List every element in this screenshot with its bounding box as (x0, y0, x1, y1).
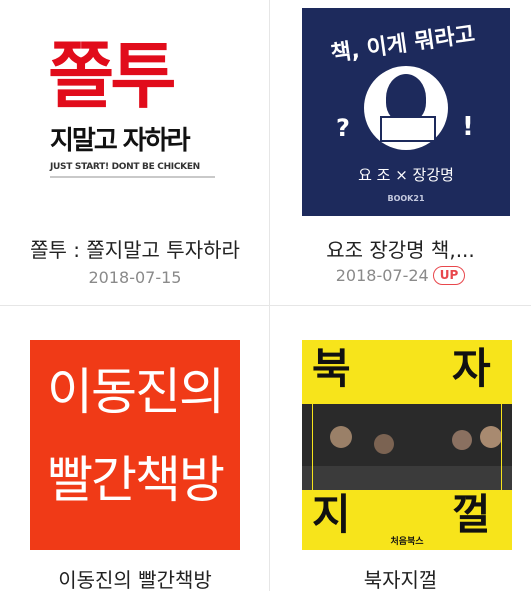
podcast-cover-bukjajigeol[interactable]: 북 자 지 껄 처음북스 (302, 340, 512, 550)
yellow-frame (312, 396, 502, 496)
cover-subtitle: JUST START! DONT BE CHICKEN (50, 162, 200, 172)
podcast-date: 2018-07-15 (88, 268, 182, 287)
cover-line-2: 빨간책방 (47, 451, 225, 509)
podcast-card-red-bookroom[interactable]: 이동진의 빨간책방 이동진의 빨간책방 (0, 306, 270, 593)
cover-brand: 처음북스 (390, 537, 424, 547)
penguin-icon (364, 66, 448, 150)
question-mark: ? (336, 114, 350, 142)
penguin-head-icon (386, 74, 426, 122)
podcast-title[interactable]: 이동진의 빨간책방 (0, 564, 270, 593)
cover-brand: BOOK21 (387, 194, 425, 203)
podcast-title[interactable]: 요조 장강명 책,... (270, 234, 531, 263)
podcast-title[interactable]: 북자지껄 (270, 564, 531, 593)
cover-char-2: 자 (452, 344, 491, 393)
podcast-date-row: 2018-07-24 UP (270, 266, 531, 285)
cover-slogan: 지말고 자하라 (50, 126, 191, 156)
podcast-grid: 쫄투 지말고 자하라 JUST START! DONT BE CHICKEN 쫄… (0, 0, 531, 593)
cover-char-1: 북 (312, 344, 351, 393)
cover-char-3: 지 (312, 490, 351, 539)
book-icon (380, 116, 436, 142)
podcast-date: 2018-07-24 (335, 266, 429, 285)
cover-arc-title: 책, 이게 뭐라고 (329, 21, 477, 67)
update-badge: UP (432, 266, 466, 285)
podcast-card-jjoltu[interactable]: 쫄투 지말고 자하라 JUST START! DONT BE CHICKEN 쫄… (0, 0, 269, 305)
podcast-card-book-podcast[interactable]: 책, 이게 뭐라고 ? ! 요 조 × 장강명 BOOK21 요조 장강명 책,… (270, 0, 531, 305)
podcast-card-bukjajigeol[interactable]: 북 자 지 껄 처음북스 북자지껄 (270, 306, 531, 593)
podcast-title[interactable]: 쫄투 : 쫄지말고 투자하라 (0, 234, 270, 263)
exclamation-mark: ! (462, 112, 474, 142)
cover-rule (50, 176, 215, 178)
podcast-cover-red-bookroom[interactable]: 이동진의 빨간책방 (30, 340, 240, 550)
podcast-cover-book-podcast[interactable]: 책, 이게 뭐라고 ? ! 요 조 × 장강명 BOOK21 (302, 8, 510, 216)
podcast-cover-jjoltu[interactable]: 쫄투 지말고 자하라 JUST START! DONT BE CHICKEN (20, 8, 242, 218)
cover-char-4: 껄 (452, 490, 491, 539)
cover-big-title: 쫄투 (48, 34, 177, 118)
cover-hosts: 요 조 × 장강명 (358, 166, 454, 184)
cover-line-1: 이동진의 (47, 363, 225, 421)
